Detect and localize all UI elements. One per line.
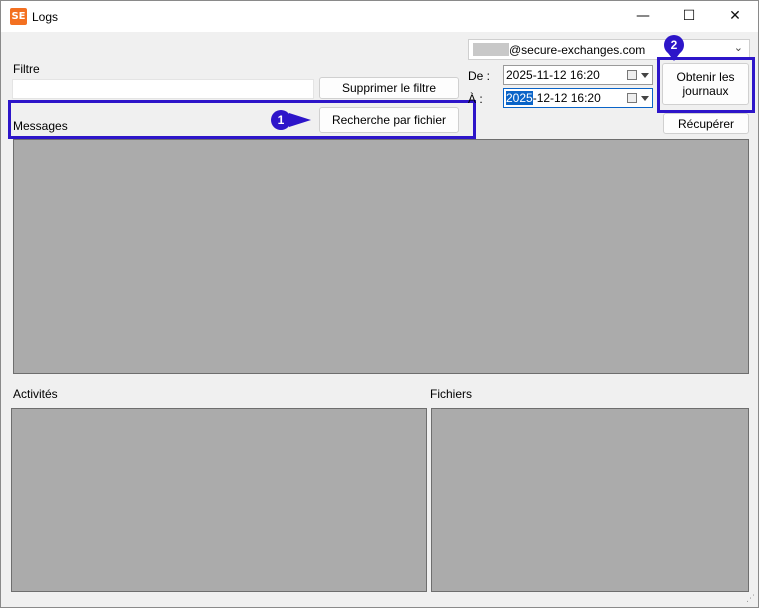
callout-1: 1 [271,110,291,130]
calendar-icon[interactable] [627,70,637,80]
logs-window: SE Logs — ☐ ✕ Filtre Supprimer le filtre… [0,0,759,608]
files-label: Fichiers [430,387,473,401]
close-icon: ✕ [729,8,741,24]
app-logo-icon: SE [10,8,27,25]
to-label: À : [468,92,483,106]
from-date-picker[interactable]: 2025-11-12 16:20 [503,65,653,85]
resize-grip-icon[interactable]: ⋰ [746,594,755,604]
calendar-icon[interactable] [627,93,637,103]
maximize-button[interactable]: ☐ [666,1,712,32]
retrieve-button[interactable]: Récupérer [663,113,749,134]
minimize-icon: — [636,8,650,24]
maximize-icon: ☐ [682,8,696,24]
close-button[interactable]: ✕ [712,1,758,32]
to-date-selected-year: 2025 [506,91,533,105]
window-title: Logs [32,10,59,24]
callout-1-arrow [289,113,311,127]
redacted-email-user [473,43,509,56]
messages-list-panel[interactable] [13,139,749,374]
to-date-picker[interactable]: 2025-12-12 16:20 [503,88,653,108]
title-bar[interactable]: SE Logs — ☐ ✕ [1,1,758,32]
to-date-value: 2025-12-12 16:20 [506,91,601,105]
dropdown-arrow-icon[interactable] [641,73,649,78]
files-list-panel[interactable] [431,408,749,592]
highlight-box-2 [657,57,755,113]
activities-label: Activités [13,387,58,401]
minimize-button[interactable]: — [620,1,666,32]
callout-2: 2 [664,35,684,55]
account-email-domain: @secure-exchanges.com [509,43,646,57]
to-date-rest: -12-12 16:20 [532,91,601,105]
filter-input[interactable] [12,79,314,99]
from-label: De : [468,69,491,83]
highlight-box-1 [8,100,476,139]
activities-list-panel[interactable] [11,408,427,592]
callout-2-arrow [668,53,680,61]
clear-filter-button[interactable]: Supprimer le filtre [319,77,459,99]
from-date-value: 2025-11-12 16:20 [506,68,600,82]
dropdown-arrow-icon[interactable] [641,96,649,101]
filter-label: Filtre [13,62,40,76]
chevron-down-icon: ⌄ [733,41,743,54]
